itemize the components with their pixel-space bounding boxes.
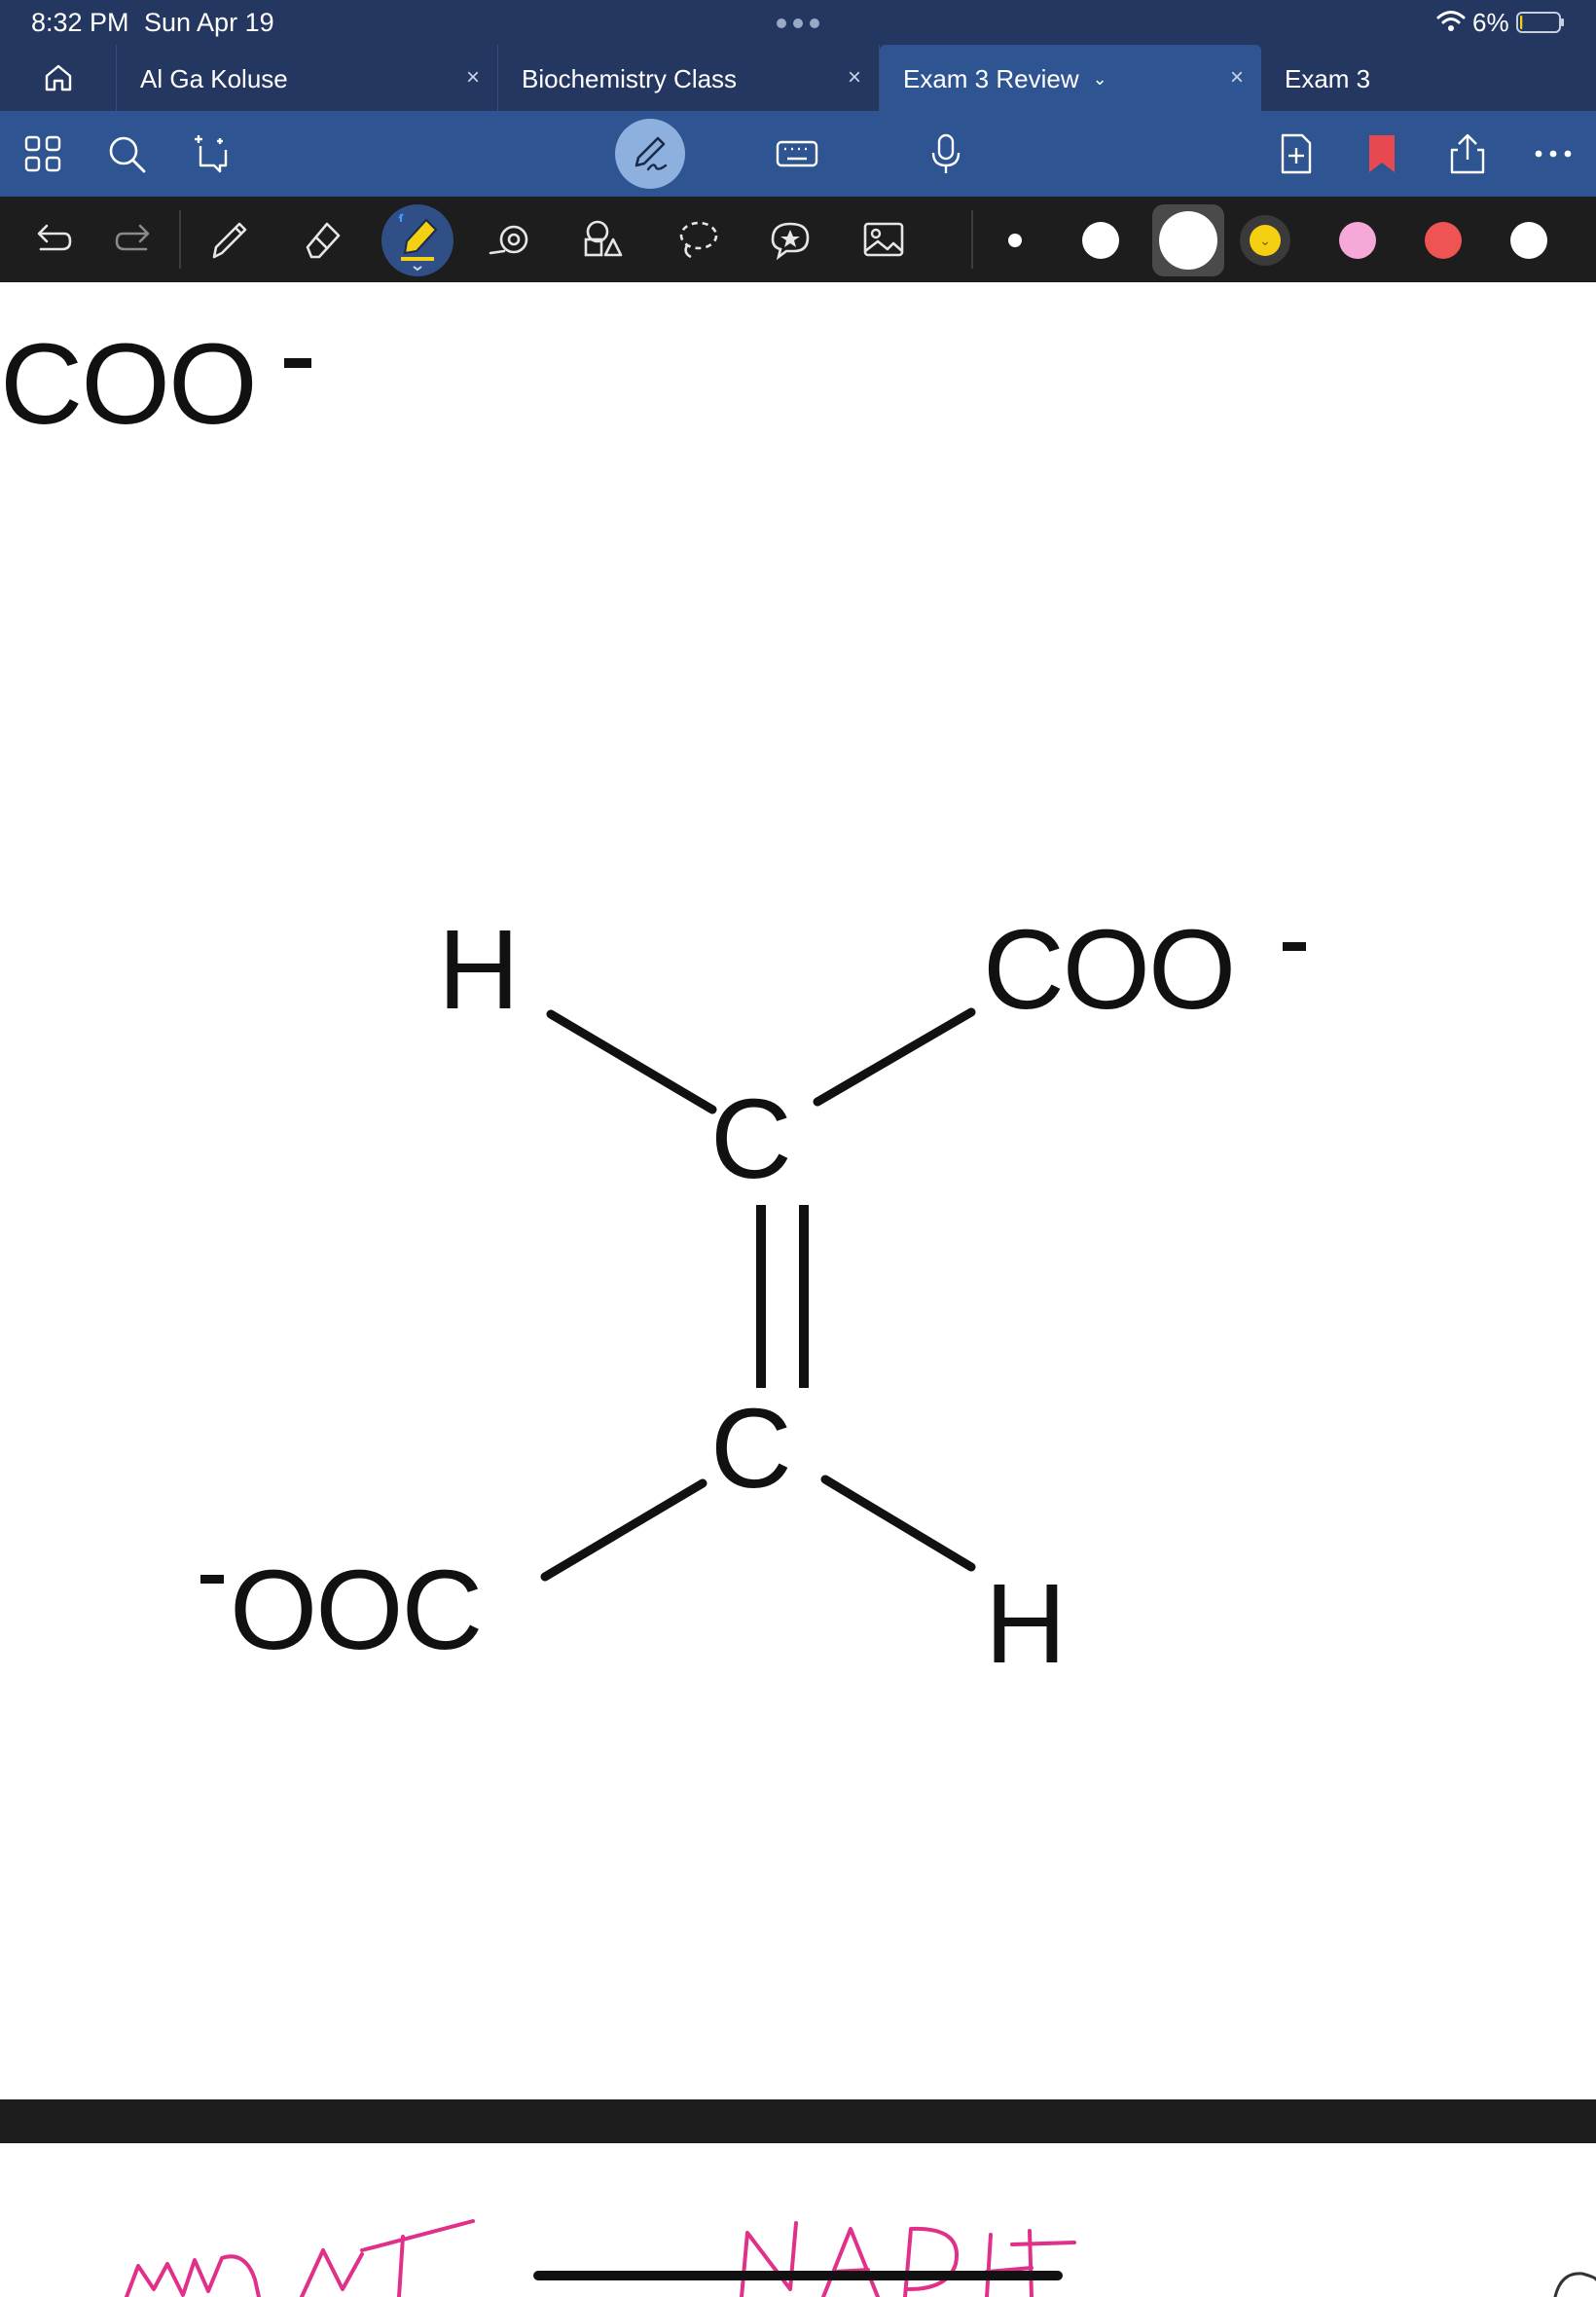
lasso-icon[interactable] bbox=[673, 216, 720, 263]
color-swatch-red[interactable] bbox=[1425, 222, 1462, 259]
add-page-icon[interactable] bbox=[1275, 132, 1318, 175]
tab-al-ga-koluse[interactable]: Al Ga Koluse × bbox=[117, 45, 498, 111]
tab-label: Al Ga Koluse bbox=[140, 64, 288, 93]
home-button[interactable] bbox=[0, 45, 117, 111]
molecule-bonds bbox=[540, 1007, 976, 1582]
atom-c-top: C bbox=[710, 1076, 792, 1202]
bond-ooc-c-bottom bbox=[540, 1478, 707, 1582]
lasso-add-icon[interactable] bbox=[191, 132, 234, 175]
toolbar-divider bbox=[179, 210, 181, 269]
tab-biochemistry-class[interactable]: Biochemistry Class × bbox=[498, 45, 880, 111]
color-swatch-yellow[interactable]: ⌄ bbox=[1250, 225, 1281, 256]
pen-icon[interactable] bbox=[206, 216, 253, 263]
keyboard-icon[interactable] bbox=[775, 132, 819, 175]
group-coo-top: COO bbox=[983, 906, 1236, 1033]
atom-h-bottom: H bbox=[985, 1560, 1067, 1687]
highlighter-icon bbox=[398, 213, 438, 272]
highlighter-tool-button[interactable] bbox=[381, 204, 453, 276]
tab-label: Exam 3 bbox=[1285, 64, 1371, 93]
eraser-icon[interactable] bbox=[300, 216, 346, 263]
bond-h-c-top bbox=[546, 1009, 717, 1114]
sticker-icon[interactable] bbox=[767, 216, 814, 263]
more-icon[interactable] bbox=[1532, 132, 1575, 175]
chevron-down-icon[interactable]: ⌄ bbox=[1093, 69, 1107, 90]
drawing-tools-bar: ⌄ bbox=[0, 197, 1596, 282]
home-icon bbox=[45, 64, 71, 91]
tab-exam-3[interactable]: Exam 3 bbox=[1261, 45, 1596, 111]
color-swatch-pink[interactable] bbox=[1339, 222, 1376, 259]
tab-exam-3-review[interactable]: Exam 3 Review ⌄ × bbox=[880, 45, 1261, 111]
status-time: 8:32 PM bbox=[31, 8, 129, 37]
handwriting-mode-icon bbox=[635, 136, 668, 171]
battery-percent: 6% bbox=[1472, 8, 1509, 37]
stroke-size-medium[interactable] bbox=[1082, 222, 1119, 259]
bookmark-icon[interactable] bbox=[1360, 132, 1403, 175]
stroke-size-large[interactable] bbox=[1159, 211, 1217, 270]
atom-c-bottom: C bbox=[710, 1385, 792, 1512]
shapes-icon[interactable] bbox=[580, 216, 627, 263]
status-bar: 8:32 PM Sun Apr 19 6% bbox=[0, 0, 1596, 45]
page-separator bbox=[0, 2099, 1596, 2143]
redo-icon[interactable] bbox=[113, 216, 160, 263]
tab-label-text: Exam 3 Review bbox=[903, 64, 1079, 93]
stroke-size-small[interactable] bbox=[1008, 234, 1022, 247]
battery-icon bbox=[1516, 12, 1564, 33]
tab-label: Biochemistry Class bbox=[522, 64, 738, 93]
home-indicator[interactable] bbox=[533, 2271, 1063, 2280]
handwriting-mode-button[interactable] bbox=[615, 119, 685, 189]
shape-lasso-icon[interactable] bbox=[487, 216, 533, 263]
tab-close-button[interactable]: × bbox=[848, 64, 861, 91]
document-page[interactable]: COO H COO C C OOC H bbox=[0, 282, 1596, 2099]
tab-label: Exam 3 Review ⌄ bbox=[903, 64, 1107, 94]
multitasking-dots[interactable] bbox=[777, 18, 819, 28]
status-date: Sun Apr 19 bbox=[144, 8, 274, 37]
bond-c-h-bottom bbox=[820, 1475, 976, 1572]
undo-icon[interactable] bbox=[27, 216, 74, 263]
bond-c-coo-top bbox=[813, 1007, 976, 1107]
microphone-icon[interactable] bbox=[925, 132, 967, 175]
toolbar-divider bbox=[971, 210, 973, 269]
image-icon[interactable] bbox=[860, 216, 907, 263]
charge-ooc-bottom bbox=[200, 1575, 224, 1584]
share-icon[interactable] bbox=[1446, 132, 1489, 175]
grid-icon[interactable] bbox=[21, 132, 64, 175]
tab-close-button[interactable]: × bbox=[466, 64, 480, 91]
search-icon[interactable] bbox=[105, 132, 148, 175]
tab-bar: Al Ga Koluse × Biochemistry Class × Exam… bbox=[0, 45, 1596, 111]
wifi-icon bbox=[1436, 11, 1466, 31]
atom-h-top: H bbox=[438, 906, 520, 1033]
top-toolbar bbox=[0, 111, 1596, 197]
charge-coo-top bbox=[1283, 942, 1306, 951]
tab-close-button[interactable]: × bbox=[1230, 64, 1244, 91]
group-ooc-bottom: OOC bbox=[230, 1547, 483, 1673]
color-swatch-white[interactable] bbox=[1510, 222, 1547, 259]
